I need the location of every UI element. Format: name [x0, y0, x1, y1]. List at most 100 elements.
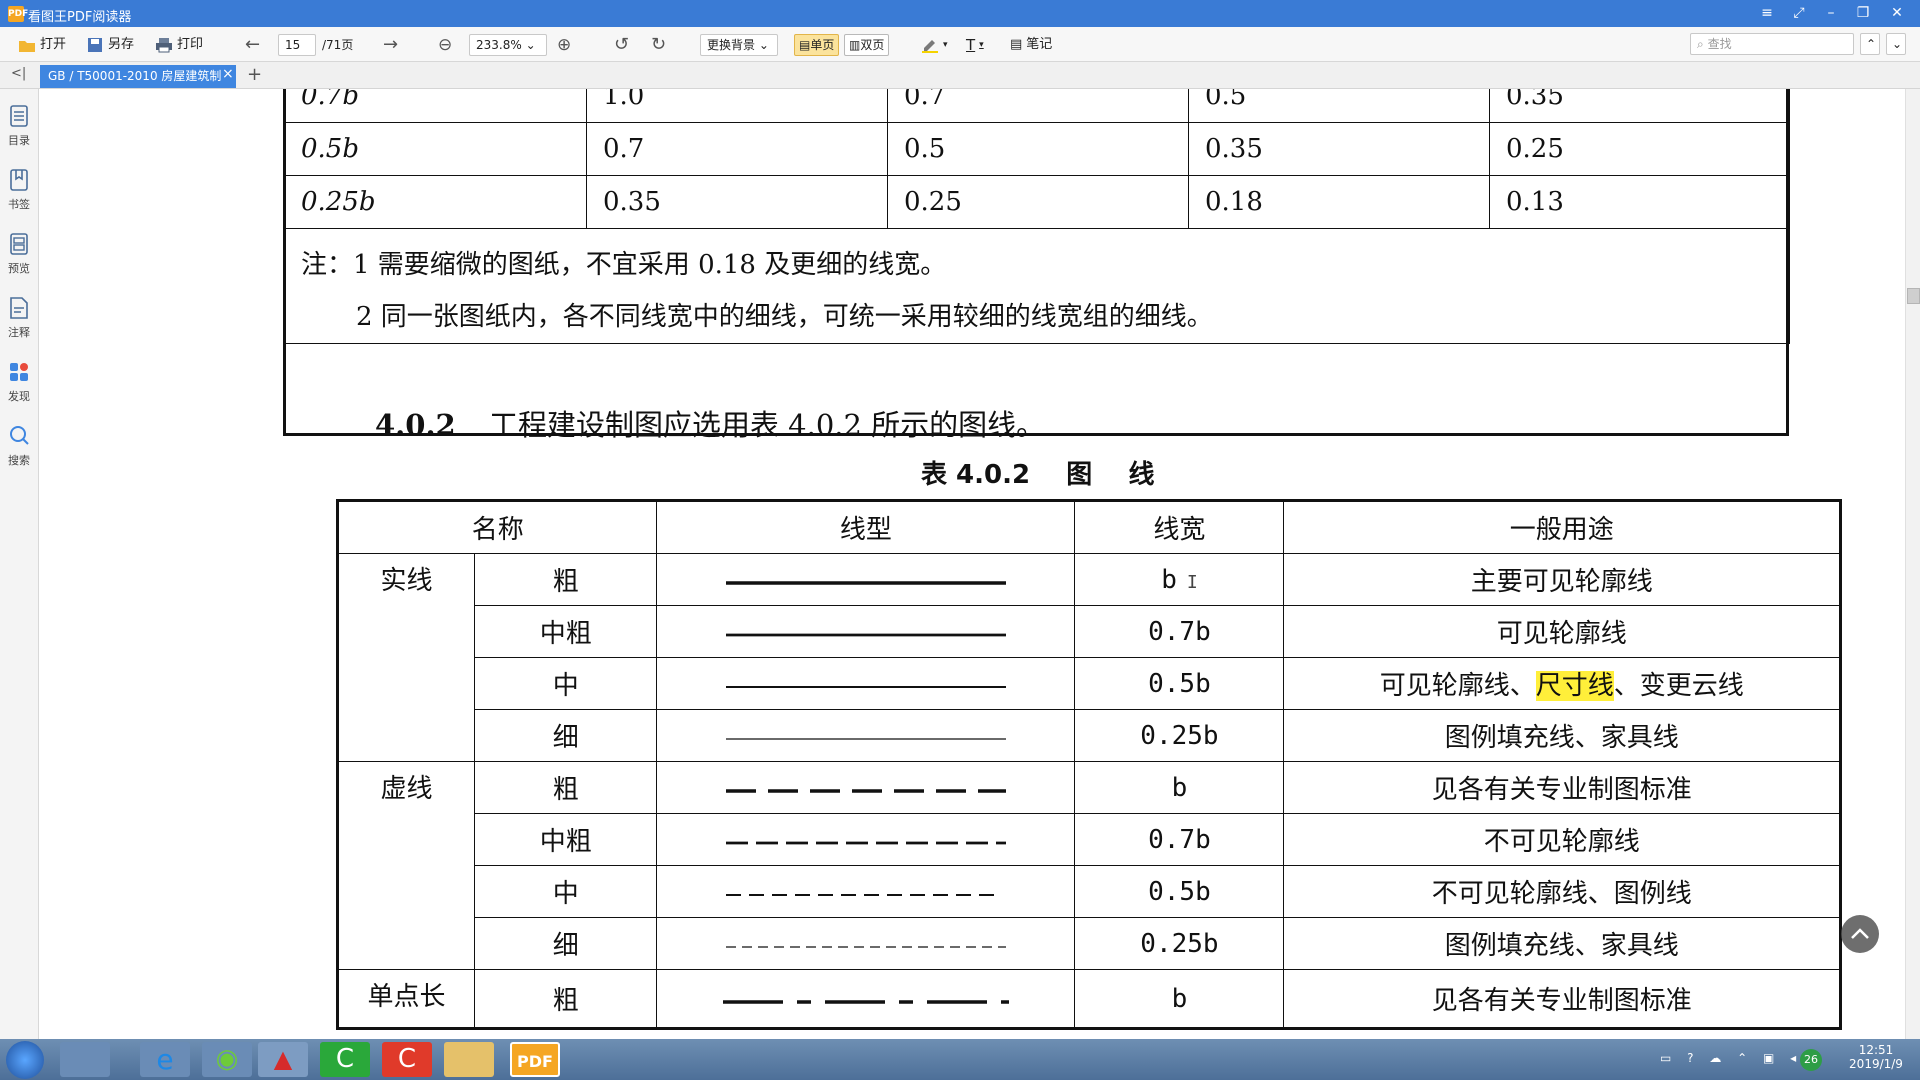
- line-sample: [656, 813, 1076, 866]
- tray-icons[interactable]: ▭ ? ☁ ⌃ ▣ ◂): [1660, 1051, 1813, 1065]
- usage: 主要可见轮廓线: [1283, 553, 1841, 606]
- page-number-input[interactable]: 15: [278, 34, 316, 56]
- usage: 图例填充线、家具线: [1283, 917, 1841, 970]
- folder-icon: [19, 41, 35, 52]
- taskbar-app-icon[interactable]: [60, 1042, 110, 1077]
- rotate-right-icon[interactable]: ↻: [651, 35, 666, 55]
- solid-thick-line: [725, 580, 1006, 585]
- close-window-icon[interactable]: ✕: [1886, 4, 1908, 22]
- dashed-medium-thick-line: [725, 841, 1006, 844]
- page-total: /71页: [322, 38, 354, 52]
- taskbar: e ◉ ▲ C C PDF ▭ ? ☁ ⌃ ▣ ◂) 26 12:51 2019…: [0, 1039, 1920, 1080]
- search-placeholder: 查找: [1707, 37, 1732, 51]
- save-icon: [88, 38, 102, 52]
- sidebar-item-discover[interactable]: 发现: [0, 361, 38, 404]
- app-c-green-icon[interactable]: C: [320, 1042, 370, 1077]
- search-prev-icon[interactable]: ⌃: [1860, 33, 1880, 55]
- minimize-icon[interactable]: –: [1820, 4, 1842, 22]
- single-page-button[interactable]: ▤单页: [794, 34, 840, 56]
- sub-name: 细: [473, 709, 658, 762]
- zoom-out-icon[interactable]: ⊖: [438, 35, 452, 55]
- highlighter-icon: [922, 40, 938, 53]
- text-cursor-icon: I: [1186, 571, 1198, 593]
- close-tab-icon[interactable]: ×: [222, 66, 234, 82]
- sidebar-item-label: 发现: [8, 390, 30, 403]
- tray-badge[interactable]: 26: [1800, 1049, 1822, 1071]
- text-tool-label: T: [966, 36, 976, 54]
- solid-medium-thick-line: [725, 633, 1006, 636]
- prev-page-icon[interactable]: ←: [245, 35, 260, 55]
- search-next-icon[interactable]: ⌄: [1886, 33, 1906, 55]
- open-button[interactable]: 打开: [18, 35, 66, 55]
- tab-bar: <| GB / T50001-2010 房屋建筑制 × +: [0, 62, 1920, 89]
- text-tool-button[interactable]: T ▾: [966, 35, 984, 55]
- rotate-left-icon[interactable]: ↺: [614, 35, 629, 55]
- save-as-button[interactable]: 另存: [86, 35, 134, 55]
- notes-button[interactable]: ▤ 笔记: [1010, 35, 1052, 55]
- sidebar-item-label: 预览: [8, 262, 30, 275]
- line-width: 0.25b: [1074, 709, 1285, 762]
- table-caption: 表 4.0.2 图 线: [921, 460, 1155, 490]
- menu-icon[interactable]: ≡: [1756, 4, 1778, 22]
- search-field[interactable]: ⌕ 查找: [1690, 33, 1854, 55]
- sub-name: 中粗: [473, 605, 658, 658]
- print-button[interactable]: 打印: [155, 35, 203, 55]
- table-row: 中 0.5b 不可见轮廓线、图例线: [338, 865, 1841, 918]
- notes-label: 笔记: [1026, 37, 1053, 52]
- group-name: 单点长: [337, 969, 475, 1029]
- background-select[interactable]: 更换背景 ⌄: [700, 34, 778, 56]
- start-button[interactable]: [6, 1041, 44, 1079]
- sidebar-item-annotation[interactable]: 注释: [0, 297, 38, 340]
- browser-icon[interactable]: ◉: [202, 1042, 252, 1077]
- vertical-scrollbar[interactable]: [1905, 89, 1920, 1039]
- toolbar: 打开 另存 打印 ← 15 /71页 → ⊖ 233.8% ⌄ ⊕ ↺ ↻ 更换…: [0, 27, 1920, 62]
- open-label: 打开: [40, 37, 67, 52]
- restore-icon[interactable]: ❐: [1852, 4, 1874, 22]
- double-page-button[interactable]: ▥双页: [844, 34, 890, 56]
- sidebar-item-bookmark[interactable]: 书签: [0, 169, 38, 212]
- sub-name: 细: [473, 917, 658, 970]
- zoom-select[interactable]: 233.8% ⌄: [469, 34, 547, 56]
- tab-document[interactable]: GB / T50001-2010 房屋建筑制: [40, 65, 236, 88]
- section-number: 4.0.2: [375, 408, 456, 442]
- sidebar-item-label: 书签: [8, 198, 30, 211]
- sub-name: 粗: [473, 761, 658, 814]
- group-name: 实线: [337, 553, 475, 762]
- caret-down-icon: ▾: [943, 40, 948, 50]
- table-row: 中粗 0.7b 可见轮廓线: [338, 605, 1841, 658]
- single-page-icon: ▤: [799, 38, 811, 52]
- line-sample: [656, 761, 1076, 814]
- line-type-table: 名称 线型 线宽 一般用途 实线 粗 bI 主要可见轮廓线 中粗 0.7b 可见…: [336, 499, 1842, 1030]
- sidebar-item-preview[interactable]: 预览: [0, 233, 38, 276]
- left-sidebar: 目录 书签 预览 注释 发现 搜索: [0, 89, 39, 1039]
- discover-icon: [10, 363, 28, 381]
- file-explorer-icon[interactable]: [444, 1042, 494, 1077]
- line-sample: [656, 865, 1076, 918]
- scrollbar-thumb[interactable]: [1907, 288, 1920, 304]
- chevron-down-icon: ⌄: [525, 38, 536, 52]
- next-page-icon[interactable]: →: [383, 35, 398, 55]
- table-row: 单点长 粗 b 见各有关专业制图标准: [337, 969, 1841, 1029]
- window-title: 看图王PDF阅读器: [28, 10, 132, 25]
- sidebar-item-search[interactable]: 搜索: [0, 425, 38, 468]
- clock[interactable]: 12:51 2019/1/9: [1846, 1043, 1906, 1071]
- autocad-icon[interactable]: ▲: [258, 1042, 308, 1077]
- pdf-reader-taskbar-icon[interactable]: PDF: [510, 1042, 560, 1077]
- highlight-tool-button[interactable]: ▾: [921, 35, 948, 55]
- scroll-to-top-button[interactable]: [1841, 915, 1879, 953]
- section-text: 工程建设制图应选用表 4.0.2 所示的图线。: [488, 408, 1046, 442]
- sidebar-item-label: 注释: [8, 326, 30, 339]
- pdf-page-view[interactable]: 0.7b 1.0 0.7 0.5 0.35 0.5b 0.7 0.5 0.35 …: [39, 89, 1905, 1039]
- title-bar: PDF 看图王PDF阅读器 ≡ ⤢ – ❐ ✕: [0, 0, 1920, 27]
- app-c-red-icon[interactable]: C: [382, 1042, 432, 1077]
- fullscreen-icon[interactable]: ⤢: [1788, 4, 1810, 22]
- ie-browser-icon[interactable]: e: [140, 1042, 190, 1077]
- collapse-sidebar-icon[interactable]: <|: [11, 66, 26, 81]
- line-sample: [656, 657, 1076, 710]
- chevron-down-icon: ⌄: [758, 38, 769, 52]
- add-tab-icon[interactable]: +: [247, 64, 262, 85]
- toc-icon: [10, 105, 28, 127]
- table-row: 中 0.5b 可见轮廓线、尺寸线、变更云线: [338, 657, 1841, 710]
- sidebar-item-toc[interactable]: 目录: [0, 105, 38, 148]
- zoom-in-icon[interactable]: ⊕: [557, 35, 571, 55]
